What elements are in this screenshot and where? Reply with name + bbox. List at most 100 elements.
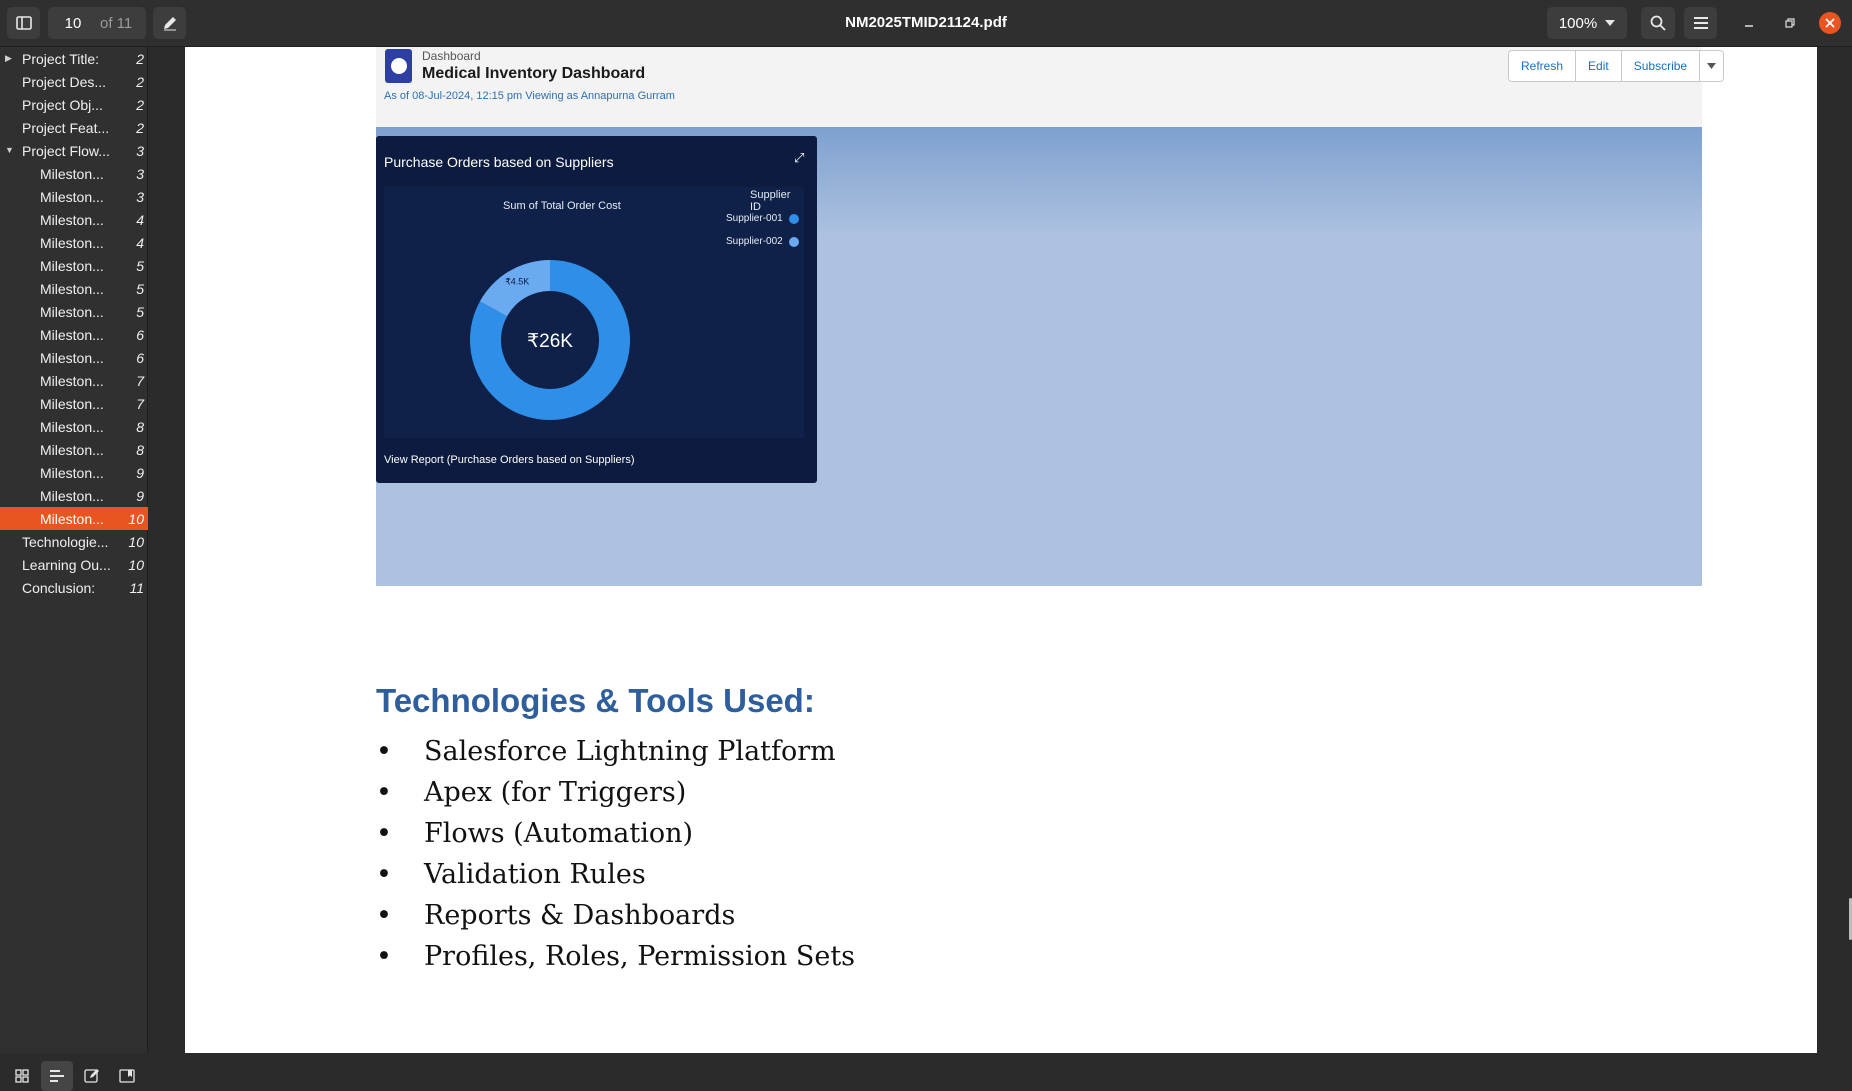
outline-item[interactable]: Project Des... 2 bbox=[0, 70, 148, 93]
outline-item[interactable]: Mileston... 9 bbox=[0, 484, 148, 507]
outline-item[interactable]: ▶ Project Title: 2 bbox=[0, 47, 148, 70]
dashboard-subtitle: As of 08-Jul-2024, 12:15 pm Viewing as A… bbox=[384, 90, 675, 102]
expand-icon: ⤢ bbox=[794, 150, 805, 165]
outline-item[interactable]: ▼ Project Flow... 3 bbox=[0, 139, 148, 162]
bookmarks-button[interactable] bbox=[111, 1061, 143, 1091]
outline-item-page: 4 bbox=[136, 234, 144, 251]
legend-item-supplier-002: Supplier-002 bbox=[726, 236, 799, 247]
outline-item-label: Conclusion: bbox=[22, 579, 96, 596]
expand-arrow-right-icon[interactable]: ▶ bbox=[5, 53, 15, 63]
bullet-icon: • bbox=[376, 818, 392, 849]
outline-item-page: 3 bbox=[136, 188, 144, 205]
outline-item[interactable]: Conclusion: 11 bbox=[0, 576, 148, 599]
outline-item[interactable]: Mileston... 10 bbox=[0, 507, 148, 530]
outline-item-label: Mileston... bbox=[40, 464, 104, 481]
check-icon bbox=[390, 58, 407, 74]
bullet-text: Flows (Automation) bbox=[424, 818, 694, 849]
outline-item[interactable]: Mileston... 3 bbox=[0, 162, 148, 185]
outline-item[interactable]: Mileston... 5 bbox=[0, 300, 148, 323]
outline-icon bbox=[50, 1070, 64, 1082]
outline-item[interactable]: Mileston... 8 bbox=[0, 415, 148, 438]
search-button[interactable] bbox=[1641, 7, 1675, 39]
outline-item-page: 9 bbox=[136, 487, 144, 504]
subscribe-button: Subscribe bbox=[1622, 51, 1701, 81]
outline-button[interactable] bbox=[41, 1061, 73, 1091]
zoom-level: 100% bbox=[1558, 14, 1598, 32]
bullet-text: Validation Rules bbox=[424, 859, 646, 890]
hamburger-icon bbox=[1693, 17, 1708, 29]
outline-item-label: Technologie... bbox=[22, 533, 109, 550]
bullet-icon: • bbox=[376, 777, 392, 808]
main-menu-button[interactable] bbox=[1684, 7, 1717, 39]
outline-item[interactable]: Mileston... 4 bbox=[0, 208, 148, 231]
outline-item[interactable]: Technologie... 10 bbox=[0, 530, 148, 553]
outline-item-label: Learning Ou... bbox=[22, 556, 111, 573]
outline-item-label: Mileston... bbox=[40, 441, 104, 458]
expand-arrow-down-icon[interactable]: ▼ bbox=[5, 145, 15, 155]
outline-item-page: 3 bbox=[136, 142, 144, 159]
outline-item-page: 5 bbox=[136, 303, 144, 320]
outline-item[interactable]: Mileston... 7 bbox=[0, 392, 148, 415]
bullet-icon: • bbox=[376, 941, 392, 972]
outline-item[interactable]: Mileston... 3 bbox=[0, 185, 148, 208]
caret-down-icon bbox=[1707, 63, 1717, 69]
outline-item-label: Mileston... bbox=[40, 257, 104, 274]
sidebar-mode-switcher bbox=[6, 1061, 143, 1091]
outline-item-page: 7 bbox=[136, 372, 144, 389]
outline-item[interactable]: Mileston... 9 bbox=[0, 461, 148, 484]
annotations-button[interactable] bbox=[76, 1061, 108, 1091]
view-report-link: View Report (Purchase Orders based on Su… bbox=[384, 454, 635, 466]
outline-item[interactable]: Mileston... 7 bbox=[0, 369, 148, 392]
outline-item-page: 5 bbox=[136, 257, 144, 274]
outline-item-label: Mileston... bbox=[40, 165, 104, 182]
outline-item-page: 5 bbox=[136, 280, 144, 297]
outline-item-label: Mileston... bbox=[40, 510, 104, 527]
outline-item-label: Mileston... bbox=[40, 188, 104, 205]
outline-item[interactable]: Mileston... 6 bbox=[0, 323, 148, 346]
outline-item-label: Project Des... bbox=[22, 73, 107, 90]
section-heading: Technologies & Tools Used: bbox=[376, 682, 815, 719]
outline-item[interactable]: Project Obj... 2 bbox=[0, 93, 148, 116]
close-button[interactable] bbox=[1819, 12, 1841, 34]
dashboard-more-button bbox=[1700, 51, 1723, 81]
outline-item-page: 10 bbox=[128, 510, 144, 527]
outline-item-label: Mileston... bbox=[40, 349, 104, 366]
outline-item-label: Mileston... bbox=[40, 372, 104, 389]
minimize-button[interactable] bbox=[1740, 14, 1758, 32]
outline-item-page: 7 bbox=[136, 395, 144, 412]
outline-item[interactable]: Mileston... 5 bbox=[0, 277, 148, 300]
outline-item-label: Mileston... bbox=[40, 280, 104, 297]
legend-label: Supplier-001 bbox=[726, 213, 783, 224]
donut-chart: ₹22K₹4.5K₹26K bbox=[470, 260, 630, 420]
outline-item[interactable]: Mileston... 4 bbox=[0, 231, 148, 254]
chart-title: Sum of Total Order Cost bbox=[503, 200, 621, 212]
legend-title: Supplier ID bbox=[750, 189, 791, 213]
outline-item-label: Project Flow... bbox=[22, 142, 110, 159]
outline-item-page: 2 bbox=[136, 73, 144, 90]
outline-item-page: 2 bbox=[136, 96, 144, 113]
bullet-icon: • bbox=[376, 859, 392, 890]
outline-item-label: Project Feat... bbox=[22, 119, 110, 136]
outline-item-page: 10 bbox=[128, 533, 144, 550]
thumbnails-button[interactable] bbox=[6, 1061, 38, 1091]
bullet-text: Reports & Dashboards bbox=[424, 900, 736, 931]
outline-item[interactable]: Mileston... 6 bbox=[0, 346, 148, 369]
outline-item[interactable]: Mileston... 8 bbox=[0, 438, 148, 461]
outline-item-label: Mileston... bbox=[40, 487, 104, 504]
outline-item[interactable]: Mileston... 5 bbox=[0, 254, 148, 277]
restore-button[interactable] bbox=[1781, 14, 1799, 32]
refresh-button: Refresh bbox=[1509, 51, 1577, 81]
outline-item[interactable]: Project Feat... 2 bbox=[0, 116, 148, 139]
outline-item-label: Mileston... bbox=[40, 418, 104, 435]
outline-item[interactable]: Learning Ou... 10 bbox=[0, 553, 148, 576]
zoom-select[interactable]: 100% bbox=[1547, 7, 1627, 39]
outline-item-page: 8 bbox=[136, 418, 144, 435]
close-icon bbox=[1825, 18, 1835, 28]
header-bar: 10 of 11 NM2025TMID21124.pdf 100% bbox=[0, 0, 1852, 47]
minimize-icon bbox=[1745, 25, 1753, 27]
outline-item-page: 4 bbox=[136, 211, 144, 228]
outline-item-label: Mileston... bbox=[40, 303, 104, 320]
search-icon bbox=[1650, 15, 1666, 31]
outline-item-page: 6 bbox=[136, 326, 144, 343]
bullet-text: Apex (for Triggers) bbox=[424, 777, 687, 808]
